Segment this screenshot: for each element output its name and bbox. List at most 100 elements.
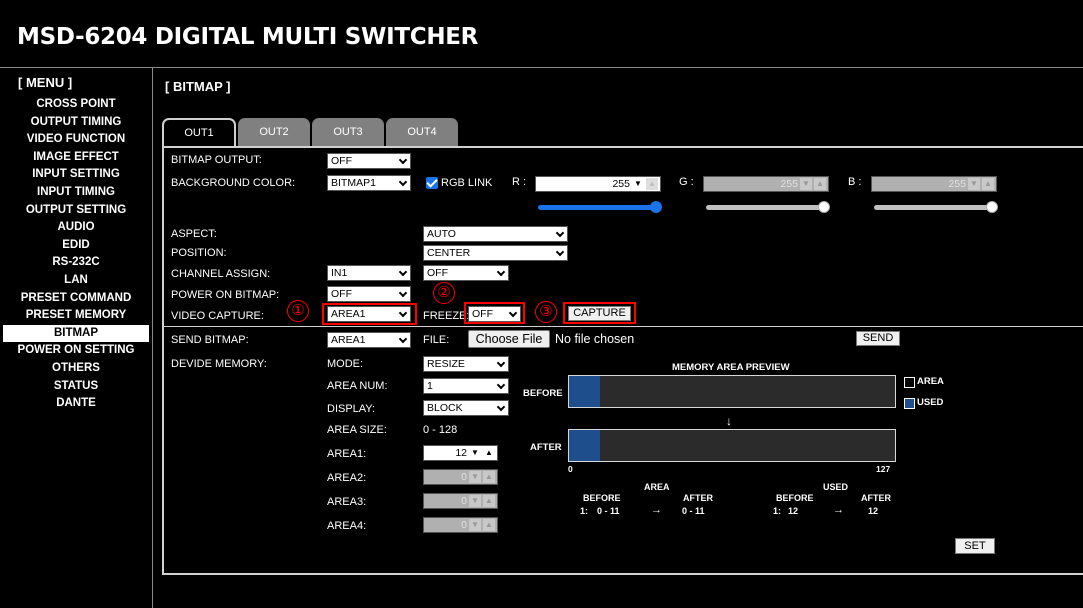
bitmap-output-label: BITMAP OUTPUT: <box>171 154 262 166</box>
tab-out4[interactable]: OUT4 <box>386 118 458 146</box>
r-slider-thumb[interactable] <box>650 201 662 213</box>
increment-icon[interactable]: ▲ <box>982 178 994 190</box>
legend-area-swatch <box>904 377 915 388</box>
set-button[interactable]: SET <box>955 538 995 554</box>
video-capture-select[interactable]: AREA1 <box>327 306 411 322</box>
chevron-down-icon <box>398 334 408 344</box>
b-slider-track[interactable] <box>874 205 994 210</box>
position-select[interactable]: CENTER <box>423 245 568 261</box>
rgb-link-checkbox[interactable] <box>426 177 438 189</box>
mode-select[interactable]: RESIZE <box>423 356 509 372</box>
sidebar-item-output-setting[interactable]: OUTPUT SETTING <box>0 202 152 220</box>
chevron-down-icon <box>496 402 506 412</box>
increment-icon[interactable]: ▲ <box>646 178 658 190</box>
capture-button[interactable]: CAPTURE <box>568 306 631 321</box>
b-slider-thumb[interactable] <box>986 201 998 213</box>
sidebar-item-dante[interactable]: DANTE <box>0 395 152 413</box>
before-used-fill <box>569 376 600 407</box>
channel-assign-input-select[interactable]: IN1 <box>327 265 411 281</box>
sidebar-item-video-function[interactable]: VIDEO FUNCTION <box>0 131 152 149</box>
b-stepper[interactable]: 255 ▼ ▲ <box>871 176 997 192</box>
r-slider-track[interactable] <box>538 205 658 210</box>
area2-value: 0 <box>461 471 467 483</box>
area-size-label: AREA SIZE: <box>327 424 387 436</box>
arrow-right-icon: → <box>651 504 662 516</box>
channel-assign-input-value: IN1 <box>331 267 348 279</box>
divide-memory-label: DEVIDE MEMORY: <box>171 358 267 370</box>
g-slider-thumb[interactable] <box>818 201 830 213</box>
sidebar-item-others[interactable]: OTHERS <box>0 360 152 378</box>
table-used-header: USED <box>823 482 849 492</box>
aspect-select[interactable]: AUTO <box>423 226 568 242</box>
decrement-icon[interactable]: ▼ <box>469 471 481 483</box>
increment-icon[interactable]: ▲ <box>483 495 495 507</box>
table-area-before-value: 0 - 11 <box>597 506 620 516</box>
choose-file-button[interactable]: Choose File <box>468 330 550 348</box>
sidebar-item-input-setting[interactable]: INPUT SETTING <box>0 166 152 184</box>
chevron-down-icon <box>496 267 506 277</box>
increment-icon[interactable]: ▲ <box>483 519 495 531</box>
sidebar-item-output-timing[interactable]: OUTPUT TIMING <box>0 114 152 132</box>
increment-icon[interactable]: ▲ <box>814 178 826 190</box>
display-select[interactable]: BLOCK <box>423 400 509 416</box>
send-button[interactable]: SEND <box>856 331 900 346</box>
table-area-before-header: BEFORE <box>583 493 621 503</box>
channel-assign-channel-select[interactable]: OFF <box>423 265 509 281</box>
annotation-marker-2: ② <box>433 282 455 304</box>
tab-out3[interactable]: OUT3 <box>312 118 384 146</box>
table-used-index: 1: <box>773 506 782 516</box>
sidebar-item-lan[interactable]: LAN <box>0 272 152 290</box>
sidebar-item-power-on-setting[interactable]: POWER ON SETTING <box>0 342 152 360</box>
sidebar-item-cross-point[interactable]: CROSS POINT <box>0 96 152 114</box>
increment-icon[interactable]: ▲ <box>483 471 495 483</box>
decrement-icon[interactable]: ▼ <box>469 519 481 531</box>
sidebar-item-bitmap[interactable]: BITMAP <box>3 324 149 343</box>
background-color-value: BITMAP1 <box>331 177 376 189</box>
sidebar-item-preset-memory[interactable]: PRESET MEMORY <box>0 307 152 325</box>
display-value: BLOCK <box>427 402 463 414</box>
g-slider-track[interactable] <box>706 205 826 210</box>
chevron-down-icon <box>398 308 408 318</box>
sidebar-item-audio[interactable]: AUDIO <box>0 219 152 237</box>
chevron-down-icon <box>508 308 518 318</box>
decrement-icon[interactable]: ▼ <box>469 495 481 507</box>
r-label: R : <box>512 176 527 188</box>
table-used-before-header: BEFORE <box>776 493 814 503</box>
area4-stepper[interactable]: 0 ▼ ▲ <box>423 517 498 533</box>
rgb-link-label: RGB LINK <box>441 177 493 189</box>
power-on-bitmap-select[interactable]: OFF <box>327 286 411 302</box>
area1-stepper[interactable]: 12 ▼ ▲ <box>423 445 498 461</box>
decrement-icon[interactable]: ▼ <box>968 178 980 190</box>
sidebar-item-status[interactable]: STATUS <box>0 378 152 396</box>
area3-stepper[interactable]: 0 ▼ ▲ <box>423 493 498 509</box>
position-label: POSITION: <box>171 247 227 259</box>
decrement-icon[interactable]: ▼ <box>632 178 644 190</box>
r-stepper[interactable]: 255 ▼ ▲ <box>535 176 661 192</box>
bitmap-output-select[interactable]: OFF <box>327 153 411 169</box>
background-color-select[interactable]: BITMAP1 <box>327 175 411 191</box>
tab-out2[interactable]: OUT2 <box>238 118 310 146</box>
sidebar-item-rs232c[interactable]: RS-232C <box>0 254 152 272</box>
g-stepper[interactable]: 255 ▼ ▲ <box>703 176 829 192</box>
legend-used-swatch <box>904 398 915 409</box>
area1-label: AREA1: <box>327 448 367 460</box>
preview-after-label: AFTER <box>530 442 562 453</box>
annotation-marker-1: ① <box>287 300 309 322</box>
decrement-icon[interactable]: ▼ <box>800 178 812 190</box>
area-num-select[interactable]: 1 <box>423 378 509 394</box>
arrow-right-icon: → <box>833 504 844 516</box>
sidebar-item-image-effect[interactable]: IMAGE EFFECT <box>0 149 152 167</box>
chevron-down-icon <box>398 155 408 165</box>
sidebar-item-input-timing[interactable]: INPUT TIMING <box>0 184 152 202</box>
area2-stepper[interactable]: 0 ▼ ▲ <box>423 469 498 485</box>
background-color-label: BACKGROUND COLOR: <box>171 177 296 189</box>
sidebar-item-edid[interactable]: EDID <box>0 237 152 255</box>
area4-label: AREA4: <box>327 520 367 532</box>
increment-icon[interactable]: ▲ <box>483 447 495 459</box>
decrement-icon[interactable]: ▼ <box>469 447 481 459</box>
send-bitmap-select[interactable]: AREA1 <box>327 332 411 348</box>
channel-assign-label: CHANNEL ASSIGN: <box>171 268 271 280</box>
freeze-select[interactable]: OFF <box>468 306 521 322</box>
tab-out1[interactable]: OUT1 <box>162 118 236 148</box>
sidebar-item-preset-command[interactable]: PRESET COMMAND <box>0 290 152 308</box>
